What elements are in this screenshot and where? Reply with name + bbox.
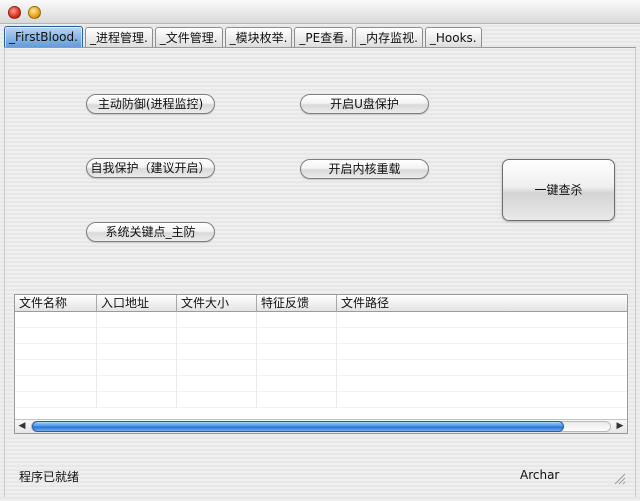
table-cell: [97, 376, 177, 392]
table-cell: [15, 312, 97, 328]
table-row[interactable]: [15, 360, 627, 376]
table-cell: [15, 344, 97, 360]
table-row[interactable]: [15, 392, 627, 408]
table-cell: [97, 360, 177, 376]
system-keypoints-button[interactable]: 系统关键点_主防: [86, 222, 215, 242]
table-cell: [177, 344, 257, 360]
table-cell: [337, 392, 627, 408]
tab-hooks[interactable]: _Hooks.: [424, 27, 482, 48]
one-click-scan-button[interactable]: 一键查杀: [502, 159, 615, 221]
table-cell: [177, 360, 257, 376]
table-cell: [177, 392, 257, 408]
table-cell: [97, 328, 177, 344]
tab-bar: _FirstBlood. _进程管理. _文件管理. _模块枚举. _PE查看.…: [4, 26, 482, 48]
table-cell: [257, 312, 337, 328]
self-protect-button[interactable]: 自我保护（建议开启）: [86, 158, 215, 178]
app-window: _FirstBlood. _进程管理. _文件管理. _模块枚举. _PE查看.…: [0, 0, 640, 501]
scroll-left-arrow-icon[interactable]: ◀: [15, 420, 29, 433]
status-text: 程序已就绪: [19, 470, 80, 484]
column-header-file-size[interactable]: 文件大小: [177, 295, 257, 312]
scan-results-table: 文件名称 入口地址 文件大小 特征反馈 文件路径 ◀ ▶: [14, 294, 628, 434]
scrollbar-thumb[interactable]: [32, 421, 564, 432]
table-cell: [337, 344, 627, 360]
table-cell: [257, 360, 337, 376]
table-cell: [337, 328, 627, 344]
table-header: 文件名称 入口地址 文件大小 特征反馈 文件路径: [15, 295, 627, 312]
table-cell: [97, 312, 177, 328]
column-header-signature-feedback[interactable]: 特征反馈: [257, 295, 337, 312]
tab-file-manager[interactable]: _文件管理.: [154, 27, 223, 48]
table-cell: [257, 328, 337, 344]
author-label: Archar: [520, 468, 560, 482]
table-cell: [15, 392, 97, 408]
resize-grip-icon[interactable]: [612, 471, 626, 485]
table-cell: [177, 328, 257, 344]
scrollbar-track[interactable]: [31, 421, 611, 432]
table-cell: [257, 344, 337, 360]
table-row[interactable]: [15, 328, 627, 344]
tab-module-enum[interactable]: _模块枚举.: [224, 27, 293, 48]
column-header-file-path[interactable]: 文件路径: [337, 295, 627, 312]
table-cell: [97, 344, 177, 360]
column-header-file-name[interactable]: 文件名称: [15, 295, 97, 312]
table-row[interactable]: [15, 312, 627, 328]
kernel-reload-button[interactable]: 开启内核重载: [300, 159, 429, 179]
scroll-right-arrow-icon[interactable]: ▶: [613, 420, 627, 433]
tab-firstblood[interactable]: _FirstBlood.: [4, 26, 83, 48]
table-row[interactable]: [15, 344, 627, 360]
table-row[interactable]: [15, 376, 627, 392]
table-cell: [15, 376, 97, 392]
column-header-entry-address[interactable]: 入口地址: [97, 295, 177, 312]
table-cell: [257, 392, 337, 408]
table-cell: [257, 376, 337, 392]
horizontal-scrollbar[interactable]: ◀ ▶: [15, 419, 627, 433]
table-cell: [15, 360, 97, 376]
minimize-window-button[interactable]: [28, 6, 41, 19]
usb-protect-button[interactable]: 开启U盘保护: [300, 94, 429, 114]
tab-pe-viewer[interactable]: _PE查看.: [294, 27, 354, 48]
table-cell: [337, 312, 627, 328]
close-window-button[interactable]: [8, 6, 21, 19]
active-defense-button[interactable]: 主动防御(进程监控): [86, 94, 215, 114]
table-cell: [337, 376, 627, 392]
table-body: [15, 312, 627, 417]
table-cell: [177, 376, 257, 392]
table-cell: [337, 360, 627, 376]
tab-memory-monitor[interactable]: _内存监视.: [355, 27, 423, 48]
title-bar[interactable]: [0, 0, 640, 24]
table-cell: [15, 328, 97, 344]
tab-process-manager[interactable]: _进程管理.: [84, 27, 153, 48]
table-cell: [177, 312, 257, 328]
status-bar: 程序已就绪 Archar: [0, 463, 640, 487]
table-cell: [97, 392, 177, 408]
